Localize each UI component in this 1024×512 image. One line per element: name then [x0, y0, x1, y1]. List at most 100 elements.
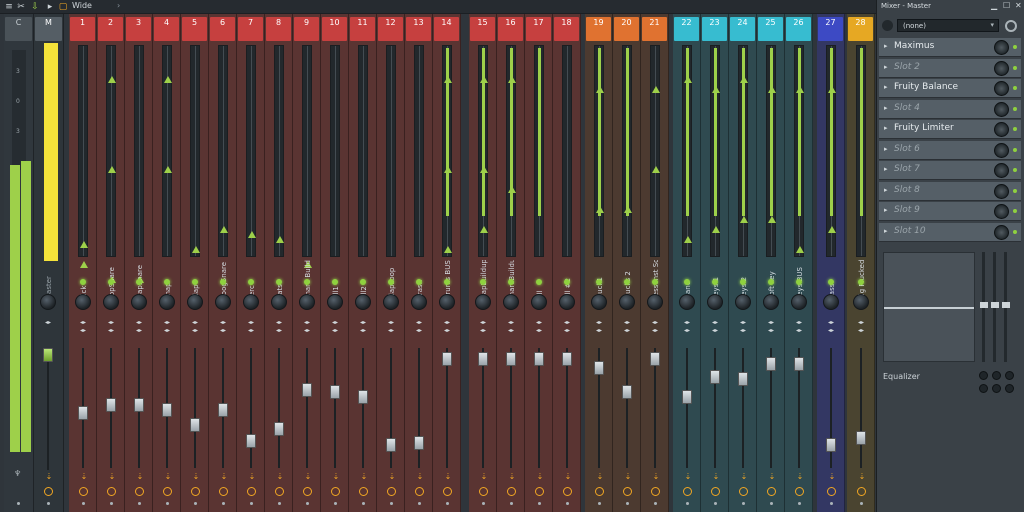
slot-mix-knob[interactable] [994, 122, 1009, 137]
route-icon[interactable]: ⇣ [220, 473, 228, 481]
stereo-icon[interactable]: ◂▸ [857, 320, 865, 326]
route-icon[interactable]: ⇣ [684, 473, 692, 481]
route-icon[interactable]: ⇣ [164, 473, 172, 481]
stereo-separation-icon[interactable]: ◂▸ [795, 328, 803, 334]
mixer-track-11[interactable]: 11Fill2◂▸◂▸⇣ [349, 14, 377, 512]
routing-circle[interactable] [331, 487, 340, 496]
slot-arrow-icon[interactable]: ▸ [884, 186, 888, 194]
minimize-icon[interactable]: ▁ [991, 1, 997, 10]
routing-circle[interactable] [563, 487, 572, 496]
eq-bw-knob[interactable] [1005, 384, 1014, 393]
route-icon[interactable]: ⇣ [564, 473, 572, 481]
volume-fader[interactable] [386, 438, 396, 453]
mixer-track-2[interactable]: 2PopSnare◂▸◂▸⇣ [97, 14, 125, 512]
slot-arrow-icon[interactable]: ▸ [884, 124, 888, 132]
stereo-separation-icon[interactable]: ◂▸ [711, 328, 719, 334]
slot-arrow-icon[interactable]: ▸ [884, 104, 888, 112]
routing-circle[interactable] [443, 487, 452, 496]
volume-fader[interactable] [358, 389, 368, 404]
slot-led[interactable] [1013, 229, 1017, 234]
volume-fader[interactable] [594, 361, 604, 376]
pan-knob[interactable] [299, 294, 315, 310]
pan-knob[interactable] [707, 294, 723, 310]
slot-mix-knob[interactable] [994, 142, 1009, 158]
route-icon[interactable]: ⇣ [712, 473, 720, 481]
stereo-separation-icon[interactable]: ◂▸ [595, 328, 603, 334]
routing-circle[interactable] [595, 487, 604, 496]
routing-circle[interactable] [303, 487, 312, 496]
routing-circle[interactable] [479, 487, 488, 496]
stereo-icon[interactable]: ◂▸ [563, 320, 571, 326]
effect-slot[interactable]: ▸ Fruity Limiter [879, 120, 1021, 139]
slot-mix-knob[interactable] [994, 163, 1009, 178]
stereo-icon[interactable]: ◂▸ [535, 320, 543, 326]
effect-slot[interactable]: ▸ Fruity Balance [879, 79, 1021, 98]
square-icon[interactable]: ▢ [58, 2, 68, 12]
mixer-track-19[interactable]: 19 Pluck1 ◂▸ ◂▸ ⇣ [585, 14, 613, 512]
pan-knob[interactable] [619, 294, 635, 310]
stereo-separation-icon[interactable]: ◂▸ [387, 328, 395, 334]
mixer-track-8[interactable]: 8 Hats ◂▸ ◂▸ ⇣ [265, 14, 293, 512]
pan-knob[interactable] [271, 294, 287, 310]
pan-knob[interactable] [735, 294, 751, 310]
route-icon[interactable]: ⇣ [624, 473, 632, 481]
slot-led[interactable] [1013, 86, 1017, 90]
pan-knob[interactable] [131, 294, 147, 310]
slot-mix-knob[interactable] [994, 81, 1009, 96]
volume-fader[interactable] [738, 372, 748, 387]
routing-circle[interactable] [44, 487, 53, 496]
volume-fader[interactable] [478, 352, 488, 367]
stereo-icon[interactable]: ◂▸ [623, 320, 631, 326]
route-icon[interactable]: ⇣ [596, 473, 604, 481]
routing-circle[interactable] [387, 487, 396, 496]
mixer-track-3[interactable]: 3TrapSnare◂▸◂▸⇣ [125, 14, 153, 512]
slot-led[interactable] [1013, 209, 1017, 213]
stereo-separation-icon[interactable]: ◂▸ [767, 328, 775, 334]
volume-fader[interactable] [682, 389, 692, 404]
slot-led[interactable] [1013, 168, 1017, 172]
pan-knob[interactable] [531, 294, 547, 310]
route-icon[interactable]: ⇣ [768, 473, 776, 481]
maximize-icon[interactable]: ☐ [1003, 1, 1010, 10]
mixer-track-9[interactable]: 9 Snare Buildup ◂▸ ◂▸ ⇣ [293, 14, 321, 512]
route-icon[interactable]: ⇣ [858, 473, 866, 481]
stereo-icon[interactable]: ◂▸ [219, 320, 227, 326]
stereo-icon[interactable]: ◂▸ [767, 320, 775, 326]
route-icon[interactable]: ⇣ [828, 473, 836, 481]
mixer-track-14[interactable]: 14 Drums BUS ◂▸ ◂▸ ⇣ [433, 14, 461, 512]
route-icon[interactable]: ⇣ [388, 473, 396, 481]
stereo-icon[interactable]: ◂▸ [739, 320, 747, 326]
slot-led[interactable] [1013, 106, 1017, 111]
route-icon[interactable]: ⇣ [360, 473, 368, 481]
stereo-icon[interactable]: ◂▸ [711, 320, 719, 326]
active-led[interactable] [388, 279, 394, 285]
routing-circle[interactable] [711, 487, 720, 496]
route-icon[interactable]: ⇣ [480, 473, 488, 481]
active-led[interactable] [564, 279, 570, 285]
routing-circle[interactable] [683, 487, 692, 496]
route-icon[interactable]: ⇣ [108, 473, 116, 481]
effect-slot[interactable]: ▸ Maximus [879, 38, 1021, 57]
route-icon[interactable]: ⇣ [304, 473, 312, 481]
volume-fader[interactable] [162, 403, 172, 417]
active-led[interactable] [624, 279, 630, 285]
route-icon[interactable]: ⇣ [136, 473, 144, 481]
eq-freq-knob[interactable] [992, 371, 1001, 380]
volume-fader[interactable] [442, 352, 452, 367]
stereo-separation-icon[interactable]: ◂▸ [739, 328, 747, 334]
active-led[interactable] [480, 279, 486, 285]
stereo-separation-icon[interactable]: ◂▸ [135, 328, 143, 334]
mixer-track-1[interactable]: 1 Kick ◂▸ ◂▸ ⇣ [69, 14, 97, 512]
stereo-icon[interactable]: ◂▸ [507, 320, 515, 326]
routing-circle[interactable] [219, 487, 228, 496]
pan-knob[interactable] [559, 294, 575, 310]
volume-fader[interactable] [826, 438, 836, 453]
eq-band-fader[interactable] [1002, 302, 1010, 308]
routing-circle[interactable] [651, 487, 660, 496]
pan-knob[interactable] [791, 294, 807, 310]
routing-circle[interactable] [623, 487, 632, 496]
slot-arrow-icon[interactable]: ▸ [884, 165, 888, 173]
active-led[interactable] [652, 279, 658, 285]
eq-bw-knob[interactable] [979, 384, 988, 393]
mixer-track-22[interactable]: 22 Piano ◂▸ ◂▸ ⇣ [673, 14, 701, 512]
